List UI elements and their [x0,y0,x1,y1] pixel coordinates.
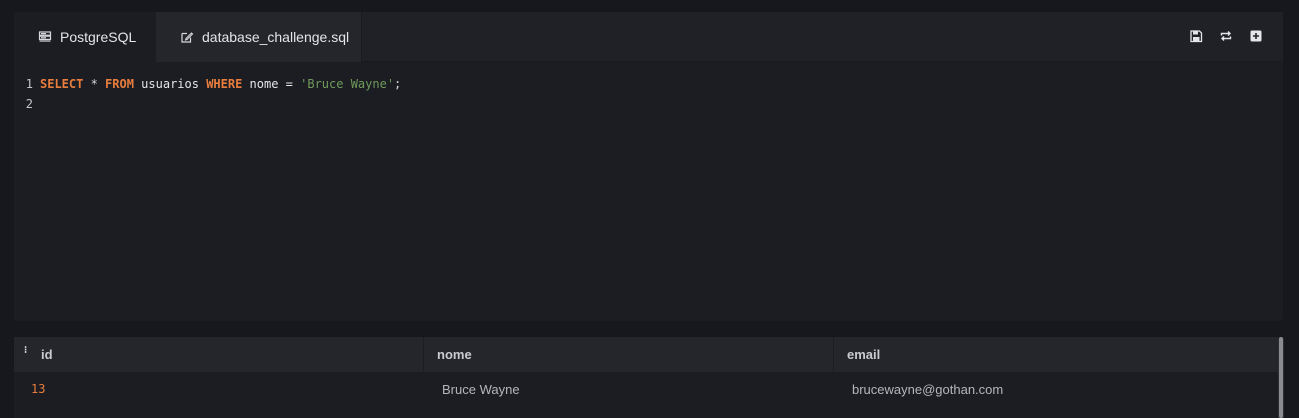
column-header-label: id [41,347,53,362]
edit-icon [180,30,194,44]
code-token: FROM [105,77,134,91]
code-token: 'Bruce Wayne' [300,77,395,91]
column-header-label: email [847,347,881,362]
code-line: 1 SELECT * FROM usuarios WHERE nome = 'B… [14,74,402,94]
cell-nome: Bruce Wayne [442,381,520,397]
tab-actions [1189,29,1263,45]
cell-email: brucewayne@gothan.com [852,381,1004,397]
code-token: SELECT [40,77,84,91]
plus-square-icon[interactable] [1249,29,1263,43]
code-token: * [83,77,106,91]
reload-icon[interactable] [1219,29,1233,43]
code-token: ; [394,77,402,91]
tab-label: database_challenge.sql [202,29,350,45]
save-icon[interactable] [1189,29,1203,43]
line-number: 2 [25,97,33,111]
column-menu-icon[interactable]: ⁝ [24,345,27,356]
code-line: 2 [14,94,40,114]
code-token: WHERE [206,77,243,91]
column-header-id[interactable]: ⁝ id [14,337,424,372]
column-header-email[interactable]: email [834,337,1278,372]
column-header-nome[interactable]: nome [424,337,834,372]
cell-id: 13 [31,382,46,396]
tab-bar: PostgreSQL database_challenge.sql [14,12,1283,62]
tab-label: PostgreSQL [60,29,137,45]
code-token: nome = [242,77,301,91]
tab-postgresql[interactable]: PostgreSQL [14,12,156,62]
column-header-label: nome [437,347,472,362]
results-header: ⁝ id nome email [14,337,1278,372]
code-token: usuarios [133,77,207,91]
table-row[interactable]: 13 Bruce Wayne brucewayne@gothan.com [14,372,1278,406]
line-number: 1 [25,77,33,91]
code-editor[interactable]: 1 SELECT * FROM usuarios WHERE nome = 'B… [14,74,1283,320]
scrollbar-thumb[interactable] [1279,337,1283,418]
scrollbar[interactable] [1278,337,1284,418]
server-icon [38,30,52,44]
tab-database-challenge[interactable]: database_challenge.sql [156,12,362,62]
results-panel: ⁝ id nome email 13 Bruce Wayne brucewayn… [14,337,1284,418]
editor-panel: PostgreSQL database_challenge.sql 1 SELE… [14,12,1283,321]
